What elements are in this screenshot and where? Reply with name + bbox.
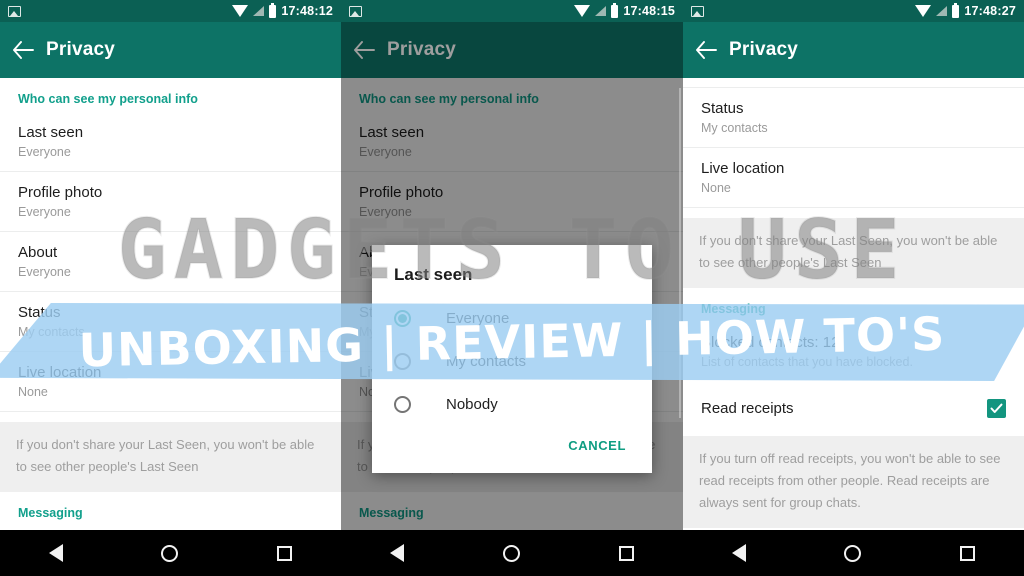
note-read-receipts: If you turn off read receipts, you won't…: [683, 436, 1024, 528]
panel-last-seen-dialog: 17:48:15 Privacy Who can see my personal…: [341, 0, 683, 576]
row-live-location[interactable]: Live location None: [0, 352, 341, 412]
nav-recents-icon[interactable]: [959, 545, 975, 561]
dialog-option-label: Everyone: [446, 310, 510, 327]
status-bar-clock: 17:48:27: [964, 4, 1016, 18]
row-read-receipts[interactable]: Read receipts: [683, 381, 1024, 436]
wifi-icon: [915, 5, 932, 17]
row-last-seen[interactable]: Last seen Everyone: [0, 112, 341, 172]
row-title: Read receipts: [701, 400, 794, 417]
dialog-option-my-contacts[interactable]: My contacts: [372, 340, 652, 383]
row-title: About: [18, 244, 58, 261]
row-profile-photo[interactable]: Profile photo Everyone: [0, 172, 341, 232]
row-value: List of contacts that you have blocked.: [701, 355, 913, 369]
nav-back-icon[interactable]: [390, 544, 405, 562]
dialog-actions: CANCEL: [372, 426, 652, 473]
panel-privacy-default: 17:48:12 Privacy Who can see my personal…: [0, 0, 341, 576]
app-bar: Privacy: [683, 22, 1024, 78]
status-bar-right: 17:48:27: [915, 2, 1016, 18]
row-title: Blocked contacts: 12: [701, 334, 840, 351]
page-title: Privacy: [729, 39, 799, 60]
battery-icon: [269, 2, 277, 18]
dialog-option-everyone[interactable]: Everyone: [372, 297, 652, 340]
section-header-messaging: Messaging: [701, 302, 766, 316]
navigation-bar: [341, 530, 683, 576]
row-live-location[interactable]: Live location None: [683, 148, 1024, 208]
nav-back-icon[interactable]: [732, 544, 747, 562]
row-title: Live location: [18, 364, 102, 381]
signal-icon: [253, 6, 265, 16]
read-receipts-checkbox[interactable]: [987, 399, 1006, 418]
dialog-option-label: Nobody: [446, 396, 498, 413]
nav-home-icon[interactable]: [502, 544, 520, 562]
row-value: My contacts: [18, 325, 85, 339]
row-value: None: [18, 385, 48, 399]
status-bar-right: 17:48:15: [574, 2, 675, 18]
dialog-option-label: My contacts: [446, 353, 527, 370]
image-icon: [349, 5, 362, 17]
nav-recents-icon[interactable]: [276, 545, 292, 561]
section-header-messaging: Messaging: [18, 506, 83, 520]
nav-home-icon[interactable]: [844, 544, 862, 562]
status-bar-left: [691, 5, 704, 17]
status-bar-left: [349, 5, 362, 17]
screenshot-root: 17:48:12 Privacy Who can see my personal…: [0, 0, 1024, 576]
row-title: Status: [18, 304, 61, 321]
last-seen-dialog: Last seen Everyone My contacts Nobody CA…: [372, 245, 652, 473]
status-bar: 17:48:12: [0, 0, 341, 22]
row-blocked-contacts[interactable]: Blocked contacts: 12 List of contacts th…: [683, 322, 1024, 381]
status-bar-left: [8, 5, 21, 17]
navigation-bar: [683, 530, 1024, 576]
nav-recents-icon[interactable]: [618, 545, 634, 561]
settings-list[interactable]: Who can see my personal info Last seen E…: [0, 78, 341, 530]
signal-icon: [936, 6, 948, 16]
radio-unselected-icon[interactable]: [394, 353, 411, 370]
panel-privacy-scrolled: 17:48:27 Privacy Everyone Status My cont…: [683, 0, 1024, 576]
row-value: Everyone: [18, 265, 71, 279]
signal-icon: [595, 6, 607, 16]
cancel-button[interactable]: CANCEL: [560, 432, 634, 459]
note-last-seen: If you don't share your Last Seen, you w…: [683, 218, 1024, 288]
row-value: Everyone: [18, 205, 71, 219]
row-status[interactable]: Status My contacts: [0, 292, 341, 352]
row-title: Live location: [701, 160, 785, 177]
back-arrow-icon[interactable]: [683, 22, 729, 78]
page-title: Privacy: [46, 39, 116, 60]
settings-scroller: Everyone Status My contacts Live locatio…: [683, 62, 1024, 528]
status-bar: 17:48:15: [341, 0, 683, 22]
wifi-icon: [574, 5, 591, 17]
dialog-option-nobody[interactable]: Nobody: [372, 383, 652, 426]
settings-list[interactable]: Everyone Status My contacts Live locatio…: [683, 62, 1024, 530]
nav-back-icon[interactable]: [49, 544, 64, 562]
note-last-seen: If you don't share your Last Seen, you w…: [0, 422, 341, 492]
app-bar: Privacy: [0, 22, 341, 78]
scrollbar[interactable]: [679, 88, 681, 418]
battery-icon: [952, 2, 960, 18]
image-icon: [691, 5, 704, 17]
section-header-personal-info: Who can see my personal info: [18, 92, 198, 106]
battery-icon: [611, 2, 619, 18]
status-bar-right: 17:48:12: [232, 2, 333, 18]
settings-scroller: Who can see my personal info Last seen E…: [0, 78, 341, 526]
row-value: My contacts: [701, 121, 768, 135]
navigation-bar: [0, 530, 341, 576]
status-bar-clock: 17:48:15: [623, 4, 675, 18]
row-title: Profile photo: [18, 184, 103, 201]
row-title: Status: [701, 100, 744, 117]
back-arrow-icon[interactable]: [0, 22, 46, 78]
row-about[interactable]: About Everyone: [0, 232, 341, 292]
radio-selected-icon[interactable]: [394, 310, 411, 327]
radio-unselected-icon[interactable]: [394, 396, 411, 413]
row-title: Last seen: [18, 124, 84, 141]
status-bar-clock: 17:48:12: [281, 4, 333, 18]
row-value: None: [701, 181, 731, 195]
nav-home-icon[interactable]: [161, 544, 179, 562]
appbar-scrim: [341, 22, 683, 78]
wifi-icon: [232, 5, 249, 17]
row-value: Everyone: [18, 145, 71, 159]
settings-list: Who can see my personal info Last seen E…: [341, 78, 683, 530]
dialog-title: Last seen: [394, 265, 473, 284]
row-status[interactable]: Status My contacts: [683, 88, 1024, 148]
image-icon: [8, 5, 21, 17]
status-bar: 17:48:27: [683, 0, 1024, 22]
